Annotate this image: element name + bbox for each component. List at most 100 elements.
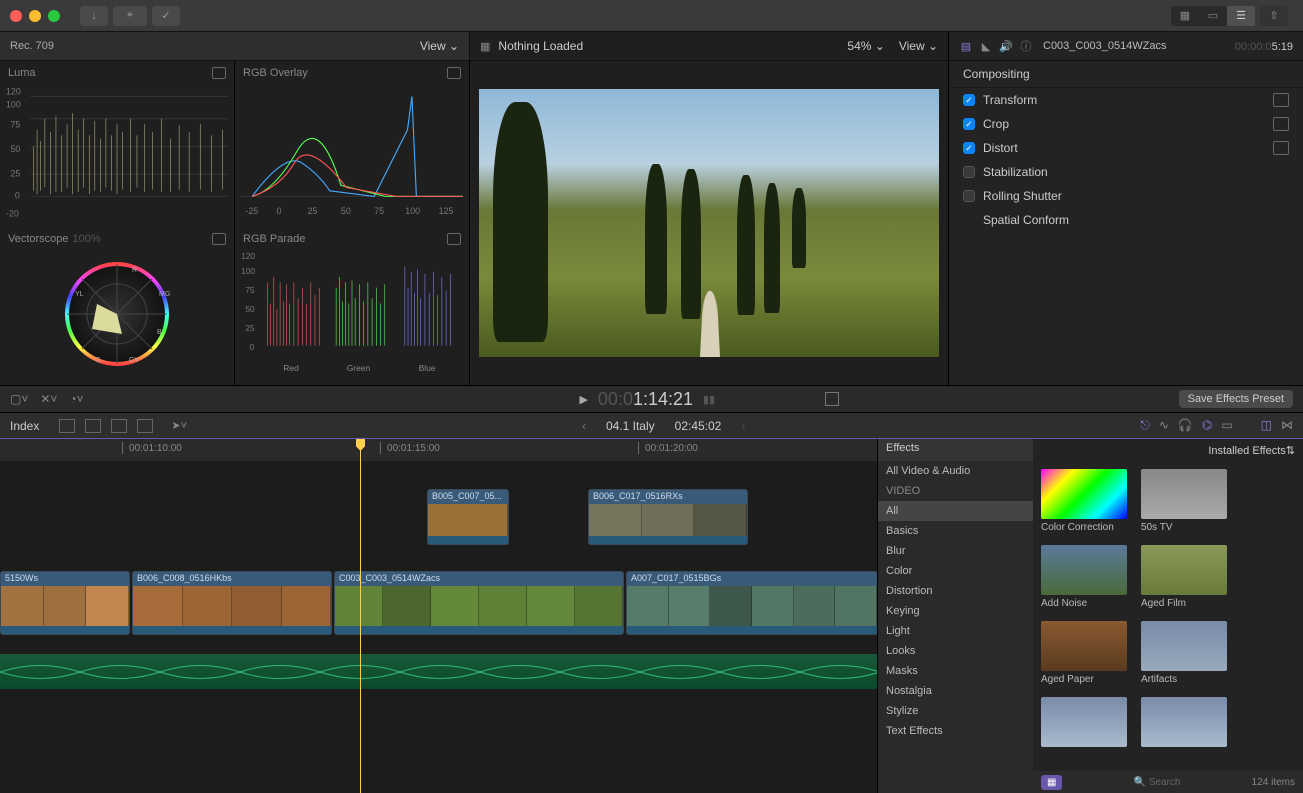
timeline-history-back[interactable]: ‹ xyxy=(582,419,586,433)
timeline-clip[interactable]: 5150Ws xyxy=(0,571,130,635)
effect-category-text-effects[interactable]: Text Effects xyxy=(878,721,1033,741)
checkbox[interactable]: ✓ xyxy=(963,94,975,106)
browser-toggle[interactable]: ▦ xyxy=(1171,6,1199,26)
effect-category-all-video-audio[interactable]: All Video & Audio xyxy=(878,461,1033,481)
inspector-row-distort[interactable]: ✓Distort xyxy=(949,136,1303,160)
clip-appearance-button[interactable]: ▭ xyxy=(1221,418,1232,433)
playhead-timecode[interactable]: 00:01:14:21 xyxy=(598,389,693,410)
connect-clip-button[interactable] xyxy=(59,419,75,433)
onscreen-control-icon[interactable] xyxy=(1273,93,1289,107)
installed-effects-menu[interactable]: Installed Effects⇅ xyxy=(1208,444,1295,457)
play-button[interactable]: ▶ xyxy=(579,393,587,406)
effect-category-color[interactable]: Color xyxy=(878,561,1033,581)
zoom-menu[interactable]: 54% ⌄ xyxy=(847,39,884,53)
minimize-window-button[interactable] xyxy=(29,10,41,22)
timeline-ruler[interactable]: │ 00:01:10:00│ 00:01:15:00│ 00:01:20:00 xyxy=(0,439,877,461)
project-duration: 02:45:02 xyxy=(675,419,722,433)
effect-category-looks[interactable]: Looks xyxy=(878,641,1033,661)
scope-settings-icon[interactable] xyxy=(447,233,461,245)
scope-settings-icon[interactable] xyxy=(212,67,226,79)
select-tool[interactable]: ➤˅ xyxy=(171,419,187,432)
checkbox[interactable]: ✓ xyxy=(963,142,975,154)
checkbox[interactable]: ✓ xyxy=(963,118,975,130)
save-effects-preset-button[interactable]: Save Effects Preset xyxy=(1179,390,1293,408)
overwrite-clip-button[interactable] xyxy=(137,419,153,433)
inspector-row-rolling-shutter[interactable]: Rolling Shutter xyxy=(949,184,1303,208)
effect-artifacts[interactable]: Artifacts xyxy=(1141,621,1227,685)
svg-text:YL: YL xyxy=(75,291,84,298)
effect-category-basics[interactable]: Basics xyxy=(878,521,1033,541)
audio-inspector-tab[interactable]: 🔊 xyxy=(999,39,1013,53)
svg-text:100: 100 xyxy=(6,100,21,110)
effect-add-noise[interactable]: Add Noise xyxy=(1041,545,1127,609)
close-window-button[interactable] xyxy=(10,10,22,22)
onscreen-control-icon[interactable] xyxy=(1273,141,1289,155)
view-menu[interactable]: View ⌄ xyxy=(899,39,938,53)
effect-color-correction[interactable]: Color Correction xyxy=(1041,469,1127,533)
scope-settings-icon[interactable] xyxy=(212,233,226,245)
insert-clip-button[interactable] xyxy=(85,419,101,433)
effects-view-button[interactable]: ▦ xyxy=(1041,775,1062,790)
video-inspector-tab[interactable]: ▤ xyxy=(959,39,973,53)
effects-search-input[interactable]: 🔍 Search xyxy=(1072,777,1241,788)
transitions-browser-toggle[interactable]: ⋈ xyxy=(1281,418,1293,433)
timeline-clip[interactable]: A007_C017_0515BGs xyxy=(626,571,877,635)
checkbox[interactable] xyxy=(963,166,975,178)
color-inspector-tab[interactable]: ◣ xyxy=(979,39,993,53)
enhancement-tool[interactable]: ◔˅ xyxy=(69,392,83,406)
zoom-window-button[interactable] xyxy=(48,10,60,22)
checkbox[interactable] xyxy=(963,190,975,202)
effect-category-blur[interactable]: Blur xyxy=(878,541,1033,561)
timeline-clip[interactable]: C003_C003_0514WZacs xyxy=(334,571,624,635)
timeline-clip[interactable]: B006_C017_0516RXs xyxy=(588,489,748,545)
onscreen-control-icon[interactable] xyxy=(1273,117,1289,131)
solo-toggle[interactable]: 🎧 xyxy=(1178,418,1193,433)
fullscreen-button[interactable] xyxy=(825,392,839,406)
inspector-toggle[interactable]: ☰ xyxy=(1227,6,1255,26)
effect-partial[interactable] xyxy=(1141,697,1227,750)
effect-category-nostalgia[interactable]: Nostalgia xyxy=(878,681,1033,701)
timeline-clip[interactable]: B005_C007_05... xyxy=(427,489,509,545)
playhead[interactable] xyxy=(360,439,361,793)
inspector-row-stabilization[interactable]: Stabilization xyxy=(949,160,1303,184)
effect-category-distortion[interactable]: Distortion xyxy=(878,581,1033,601)
keyword-editor-button[interactable]: ⌖ xyxy=(113,6,147,26)
effect-category-masks[interactable]: Masks xyxy=(878,661,1033,681)
share-button[interactable]: ⇧ xyxy=(1260,6,1288,26)
snapping-toggle[interactable]: ⌬ xyxy=(1202,418,1212,433)
transform-tool[interactable]: ▢˅ xyxy=(10,392,28,406)
info-inspector-tab[interactable]: ⓘ xyxy=(1019,39,1033,53)
inspector: ▤ ◣ 🔊 ⓘ C003_C003_0514WZacs 00:00:05:19 … xyxy=(948,32,1303,385)
effect-category-all[interactable]: All xyxy=(878,501,1033,521)
effect-category-keying[interactable]: Keying xyxy=(878,601,1033,621)
scopes-view-menu[interactable]: View ⌄ xyxy=(420,39,459,53)
effect-aged-paper[interactable]: Aged Paper xyxy=(1041,621,1127,685)
background-tasks-button[interactable]: ✓ xyxy=(152,6,180,26)
timeline-clip[interactable]: B006_C008_0516HKbs xyxy=(132,571,332,635)
retiming-tool[interactable]: ✕˅ xyxy=(40,392,57,406)
append-clip-button[interactable] xyxy=(111,419,127,433)
effect-category-light[interactable]: Light xyxy=(878,621,1033,641)
viewer-canvas[interactable] xyxy=(479,89,939,357)
effect-50s-tv[interactable]: 50s TV xyxy=(1141,469,1227,533)
effect-category-stylize[interactable]: Stylize xyxy=(878,701,1033,721)
inspector-row-transform[interactable]: ✓Transform xyxy=(949,88,1303,112)
timeline[interactable]: │ 00:01:10:00│ 00:01:15:00│ 00:01:20:00 … xyxy=(0,439,877,793)
effect-aged-film[interactable]: Aged Film xyxy=(1141,545,1227,609)
audio-track[interactable] xyxy=(0,654,877,689)
timeline-history-fwd[interactable]: › xyxy=(741,419,745,433)
timeline-toggle[interactable]: ▭ xyxy=(1199,6,1227,26)
timeline-index-button[interactable]: Index xyxy=(10,419,39,433)
skimming-toggle[interactable]: ⎋ xyxy=(1140,418,1150,433)
audio-skimming-toggle[interactable]: ∿ xyxy=(1159,418,1169,433)
inspector-row-crop[interactable]: ✓Crop xyxy=(949,112,1303,136)
clip-label: A007_C017_0515BGs xyxy=(627,572,877,586)
effect-partial[interactable] xyxy=(1041,697,1127,750)
effects-browser-toggle[interactable]: ◫ xyxy=(1261,418,1272,433)
scope-settings-icon[interactable] xyxy=(447,67,461,79)
spatial-conform-row[interactable]: Spatial Conform xyxy=(963,213,1289,227)
import-button[interactable]: ↓ xyxy=(80,6,108,26)
effect-name: Color Correction xyxy=(1041,522,1127,533)
viewer: ▦ Nothing Loaded 54% ⌄ View ⌄ xyxy=(470,32,948,385)
effect-category-video[interactable]: VIDEO xyxy=(878,481,1033,501)
